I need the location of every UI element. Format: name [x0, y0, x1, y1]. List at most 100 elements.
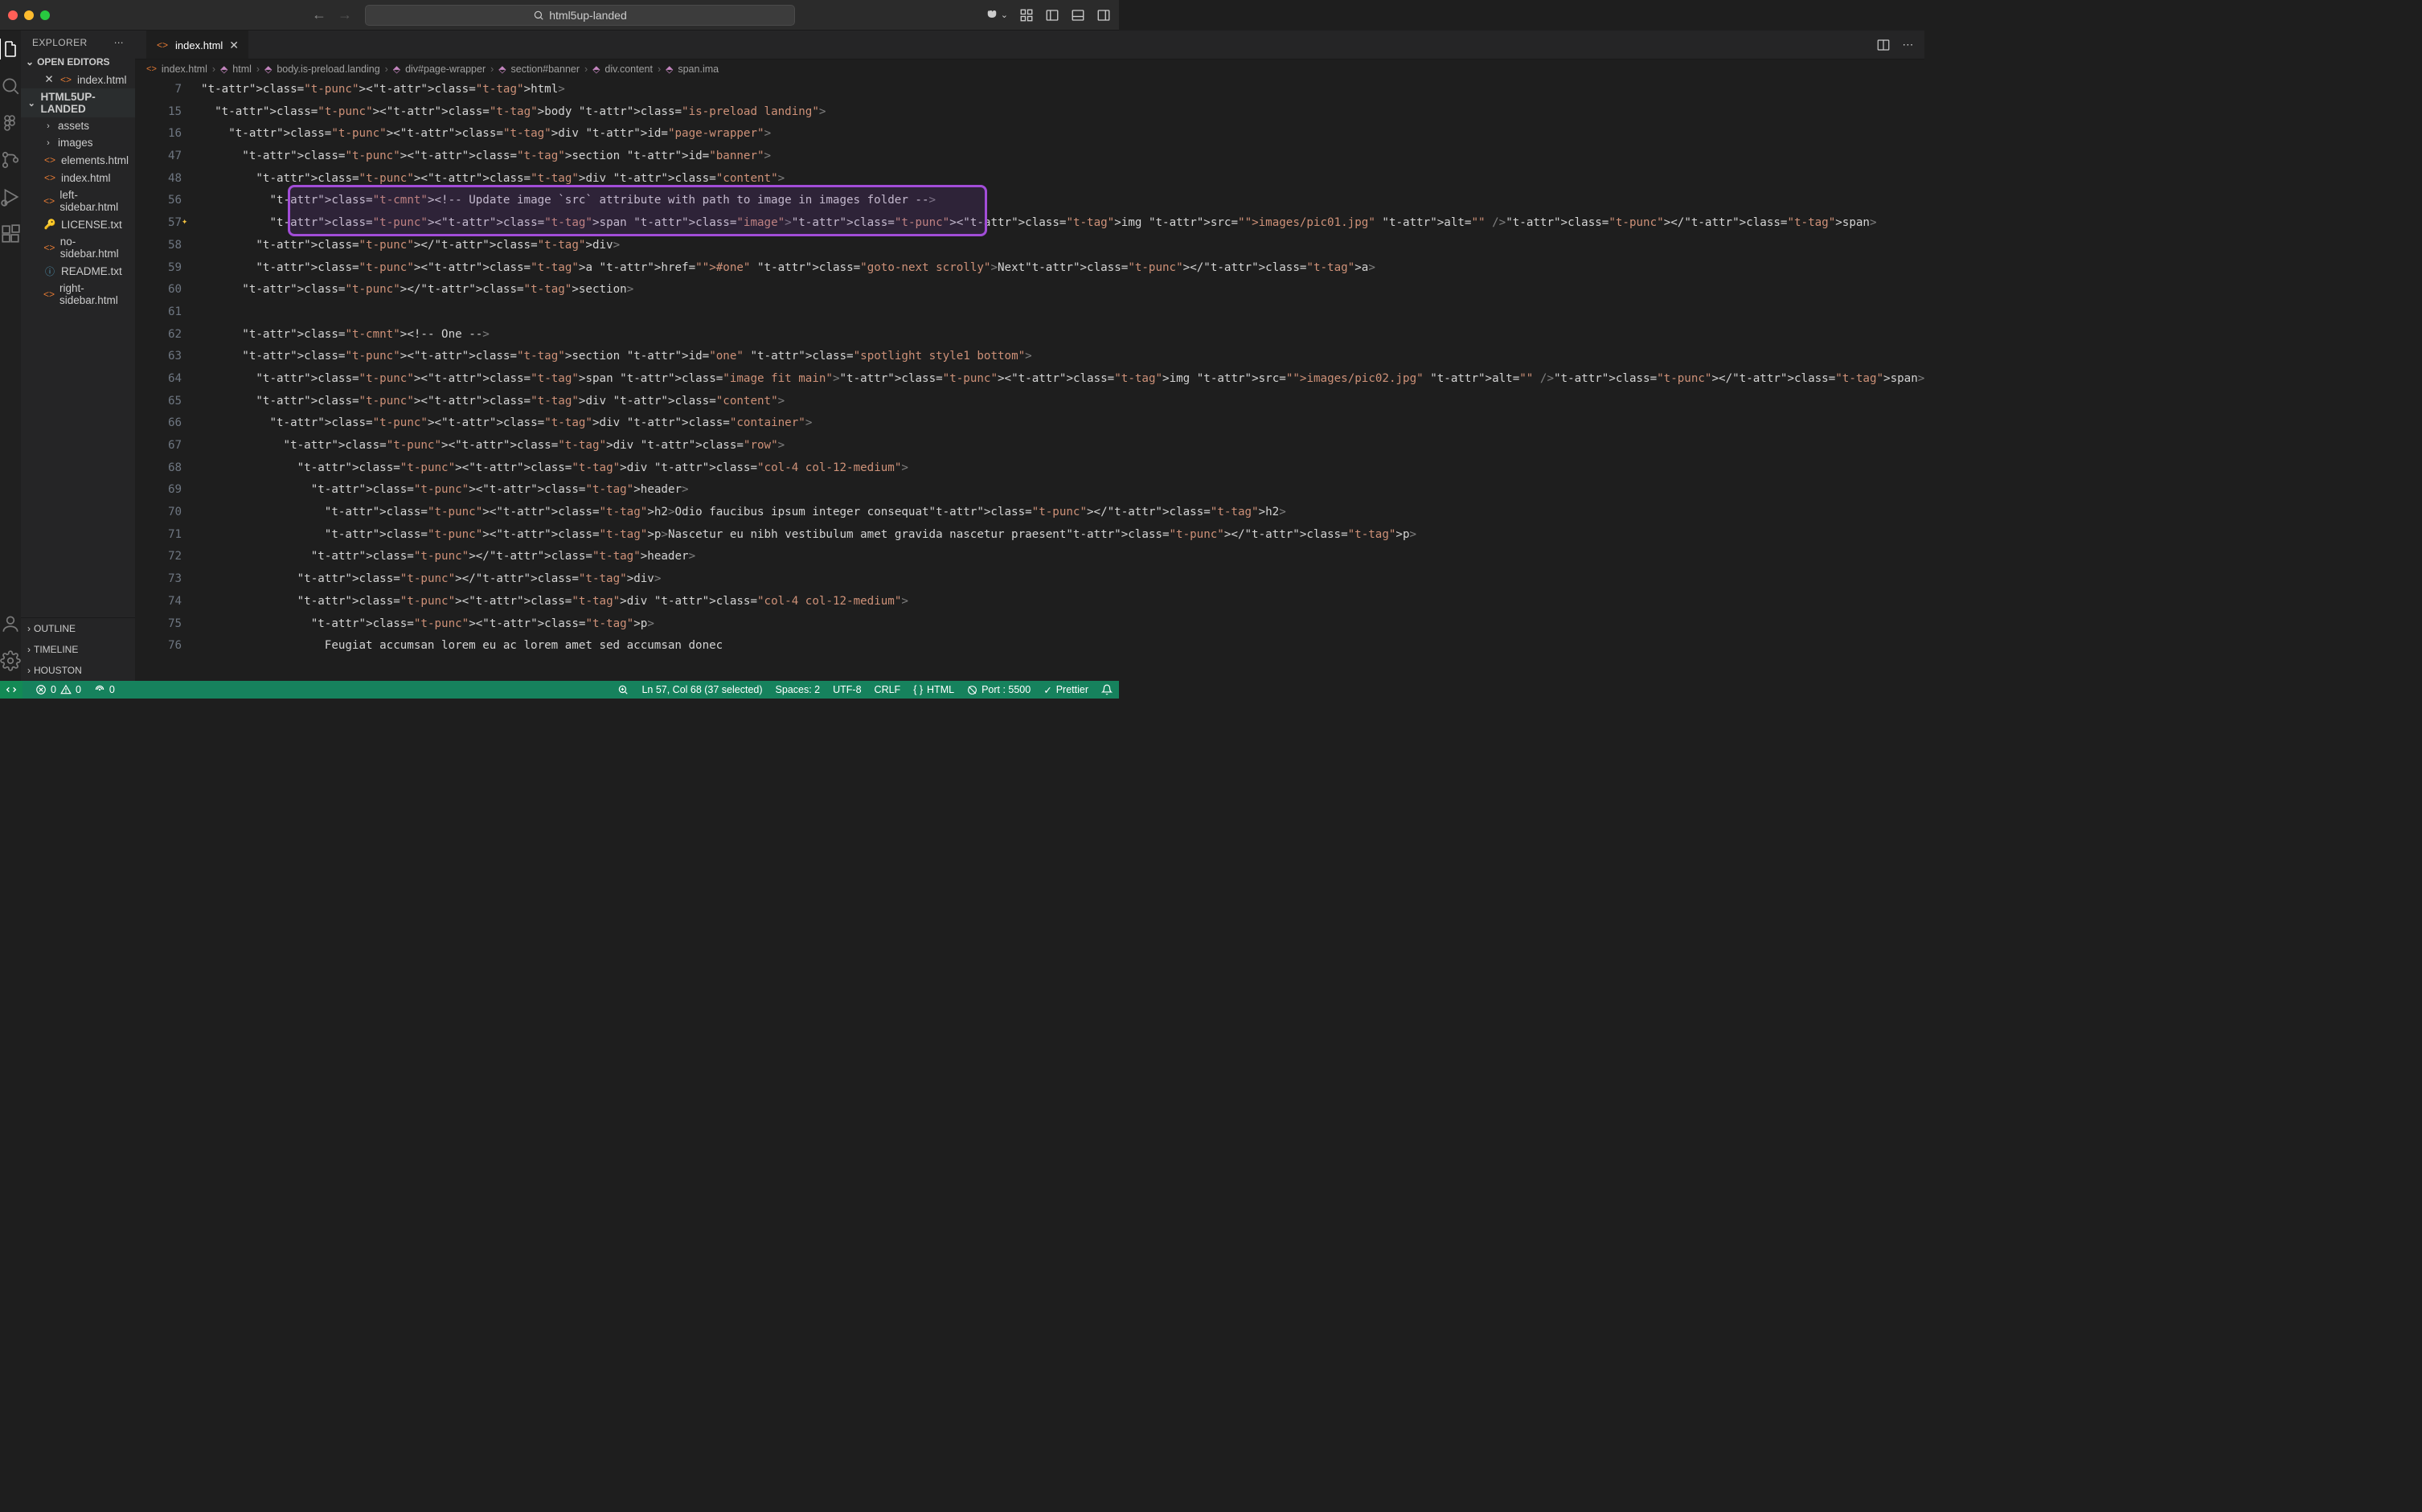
- status-bar: 0 0 0 Ln 57, Col 68 (37 selected) Spaces…: [0, 681, 1119, 699]
- status-cursor[interactable]: Ln 57, Col 68 (37 selected): [641, 684, 762, 695]
- folder-assets[interactable]: › assets: [21, 117, 135, 134]
- breadcrumb-item[interactable]: span.ima: [678, 64, 719, 75]
- status-liveserver[interactable]: Port : 5500: [967, 684, 1031, 695]
- open-editors-section[interactable]: ⌄ OPEN EDITORS: [21, 53, 135, 71]
- html-file-icon: <>: [43, 241, 55, 254]
- breadcrumb-item[interactable]: index.html: [162, 64, 207, 75]
- file-index[interactable]: <>index.html: [21, 169, 135, 186]
- folder-images[interactable]: ›images: [21, 134, 135, 151]
- explorer-title: EXPLORER: [32, 37, 88, 48]
- element-icon: ⬘: [592, 64, 600, 75]
- warning-count: 0: [76, 684, 81, 695]
- file-elements[interactable]: <> elements.html: [21, 151, 135, 169]
- breadcrumb-item[interactable]: div#page-wrapper: [405, 64, 486, 75]
- minimize-window[interactable]: [24, 10, 34, 20]
- file-leftsidebar[interactable]: <>left-sidebar.html: [21, 186, 135, 215]
- project-root-section[interactable]: ⌄ HTML5UP-LANDED: [21, 88, 135, 117]
- tab-label: index.html: [175, 39, 223, 51]
- license-file-icon: 🔑: [43, 218, 56, 231]
- layout-customize-icon[interactable]: [1019, 8, 1034, 23]
- source-control-icon[interactable]: [0, 150, 21, 170]
- html-file-icon: <>: [43, 288, 55, 301]
- code-content[interactable]: "t-attr">class="t-punc"><"t-attr">class=…: [201, 79, 1924, 681]
- panel-right-icon[interactable]: [1096, 8, 1111, 23]
- file-readme[interactable]: ⓘREADME.txt: [21, 262, 135, 280]
- nav-back[interactable]: ←: [312, 6, 326, 23]
- window-controls: [8, 10, 50, 20]
- element-icon: ⬘: [264, 64, 272, 75]
- file-nosidebar[interactable]: <>no-sidebar.html: [21, 233, 135, 262]
- breadcrumb-item[interactable]: html: [232, 64, 252, 75]
- element-icon: ⬘: [393, 64, 400, 75]
- file-rightsidebar[interactable]: <>right-sidebar.html: [21, 280, 135, 309]
- line-gutter: 7151647485657585960616263646566676869707…: [135, 79, 201, 681]
- status-eol[interactable]: CRLF: [875, 684, 901, 695]
- code-editor[interactable]: 7151647485657585960616263646566676869707…: [135, 79, 1924, 681]
- timeline-section[interactable]: ›TIMELINE: [21, 639, 135, 660]
- status-spaces[interactable]: Spaces: 2: [776, 684, 821, 695]
- html-file-icon: <>: [43, 171, 56, 184]
- tab-bar: <> index.html ✕ ⋯: [135, 31, 1924, 59]
- explorer-icon[interactable]: [0, 39, 20, 59]
- port-label: Port : 5500: [982, 684, 1031, 695]
- error-count: 0: [51, 684, 56, 695]
- remote-indicator[interactable]: [0, 681, 23, 699]
- open-editor-item[interactable]: ✕ <> index.html: [21, 71, 135, 88]
- account-icon[interactable]: [0, 613, 21, 634]
- close-tab-icon[interactable]: ✕: [229, 39, 239, 52]
- info-file-icon: ⓘ: [43, 264, 56, 277]
- html-file-icon: <>: [146, 64, 157, 74]
- chevron-right-icon: ›: [27, 623, 31, 634]
- status-prettier[interactable]: ✓Prettier: [1043, 684, 1088, 696]
- ai-sparkle-icon[interactable]: ✦: [182, 212, 187, 231]
- file-label: LICENSE.txt: [61, 219, 122, 231]
- breadcrumb-item[interactable]: div.content: [604, 64, 653, 75]
- html-file-icon: <>: [43, 154, 56, 166]
- status-encoding[interactable]: UTF-8: [833, 684, 861, 695]
- file-license[interactable]: 🔑 LICENSE.txt: [21, 215, 135, 233]
- panel-left-icon[interactable]: [1045, 8, 1059, 23]
- maximize-window[interactable]: [40, 10, 50, 20]
- element-icon: ⬘: [220, 64, 227, 75]
- chevron-right-icon: ›: [43, 121, 53, 131]
- element-icon: ⬘: [666, 64, 673, 75]
- breadcrumb-item[interactable]: section#banner: [511, 64, 580, 75]
- houston-section[interactable]: ›HOUSTON: [21, 660, 135, 681]
- status-language[interactable]: { }HTML: [913, 684, 954, 695]
- search-icon: [533, 10, 544, 21]
- breadcrumb-item[interactable]: body.is-preload.landing: [277, 64, 379, 75]
- search-activity-icon[interactable]: [0, 76, 21, 96]
- outline-section[interactable]: ›OUTLINE: [21, 618, 135, 639]
- figma-icon[interactable]: [0, 113, 21, 133]
- chevron-down-icon: ⌄: [27, 98, 36, 109]
- status-zoom-icon[interactable]: [617, 684, 629, 695]
- outline-label: OUTLINE: [34, 623, 76, 634]
- status-ports[interactable]: 0: [94, 684, 115, 695]
- editor-group: <> index.html ✕ ⋯ <>index.html› ⬘html› ⬘…: [135, 31, 1924, 681]
- close-window[interactable]: [8, 10, 18, 20]
- extensions-icon[interactable]: [0, 223, 21, 244]
- port-count: 0: [109, 684, 115, 695]
- titlebar: ← → html5up-landed ⌄: [0, 0, 1119, 31]
- command-center[interactable]: html5up-landed: [365, 5, 795, 26]
- open-editors-label: OPEN EDITORS: [37, 56, 109, 68]
- more-actions-icon[interactable]: ⋯: [1902, 38, 1913, 51]
- status-problems[interactable]: 0 0: [35, 684, 81, 695]
- element-icon: ⬘: [498, 64, 506, 75]
- split-editor-icon[interactable]: [1876, 38, 1891, 52]
- run-debug-icon[interactable]: [0, 186, 21, 207]
- folder-label: assets: [58, 120, 89, 132]
- open-editor-filename: index.html: [77, 74, 127, 86]
- nav-forward[interactable]: →: [338, 6, 352, 23]
- file-label: elements.html: [61, 154, 129, 166]
- panel-bottom-icon[interactable]: [1071, 8, 1085, 23]
- timeline-label: TIMELINE: [34, 644, 78, 655]
- status-bell-icon[interactable]: [1101, 684, 1113, 695]
- nav-arrows: ← →: [312, 6, 352, 23]
- copilot-icon[interactable]: ⌄: [985, 8, 1008, 23]
- settings-gear-icon[interactable]: [0, 650, 21, 671]
- close-icon[interactable]: ✕: [43, 73, 55, 86]
- sidebar-more-icon[interactable]: ⋯: [114, 37, 124, 48]
- tab-index-html[interactable]: <> index.html ✕: [146, 31, 248, 59]
- breadcrumb[interactable]: <>index.html› ⬘html› ⬘body.is-preload.la…: [135, 59, 1924, 79]
